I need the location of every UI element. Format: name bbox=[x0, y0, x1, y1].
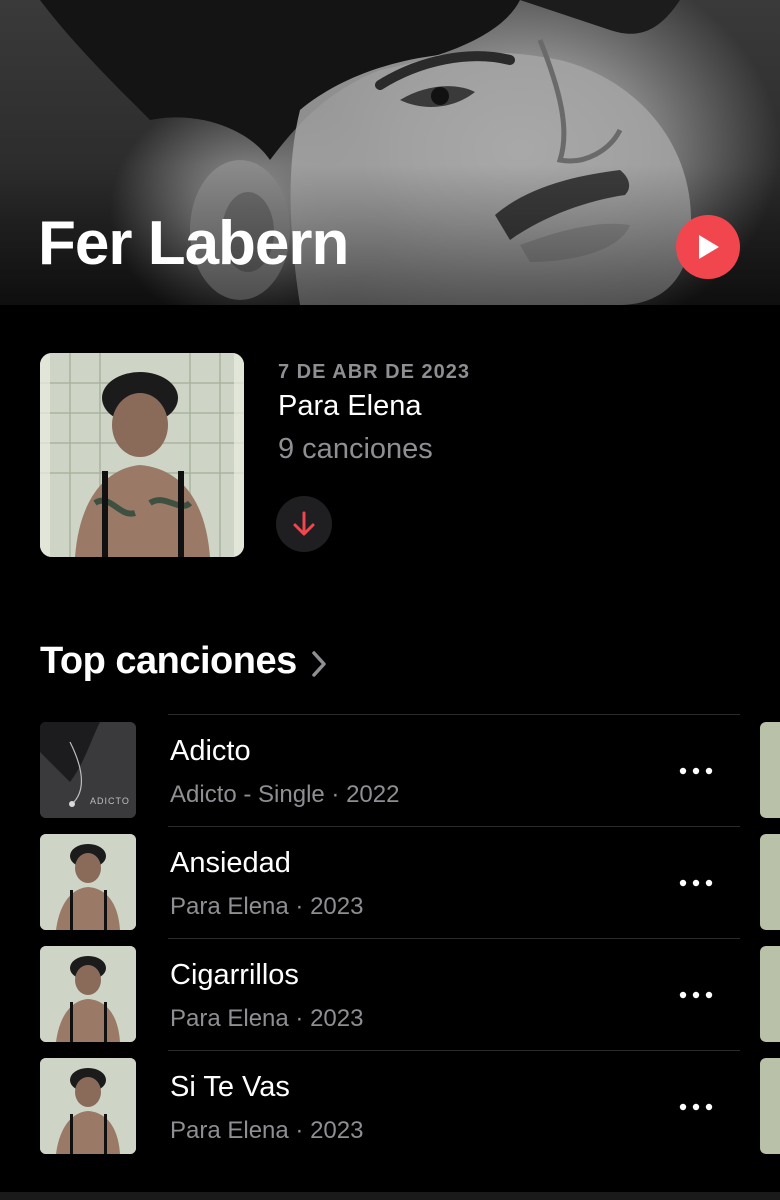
song-row[interactable]: Ansiedad Para Elena · 2023 bbox=[40, 826, 740, 939]
song-artwork bbox=[40, 834, 136, 930]
song-subtitle: Para Elena · 2023 bbox=[170, 1005, 364, 1032]
song-title: Si Te Vas bbox=[170, 1071, 290, 1103]
more-options-button[interactable] bbox=[676, 1095, 716, 1119]
more-options-button[interactable] bbox=[676, 983, 716, 1007]
release-date: 7 DE ABR DE 2023 bbox=[278, 361, 470, 383]
song-subtitle: Adicto - Single · 2022 bbox=[170, 781, 400, 808]
release-song-count: 9 canciones bbox=[278, 433, 433, 465]
song-artwork: ADICTO bbox=[40, 722, 136, 818]
play-button[interactable] bbox=[676, 215, 740, 279]
release-artwork[interactable] bbox=[40, 353, 244, 557]
row-divider bbox=[168, 714, 740, 715]
ellipsis-icon bbox=[679, 991, 713, 999]
ellipsis-icon bbox=[679, 879, 713, 887]
song-title: Ansiedad bbox=[170, 847, 291, 879]
artist-hero: Fer Labern bbox=[0, 0, 780, 305]
album-cover-image bbox=[40, 353, 244, 557]
adicto-art-text: ADICTO bbox=[90, 796, 130, 806]
song-row[interactable]: Si Te Vas Para Elena · 2023 bbox=[40, 1050, 740, 1163]
download-button[interactable] bbox=[276, 496, 332, 552]
song-artwork bbox=[40, 946, 136, 1042]
next-column-peek[interactable] bbox=[760, 946, 780, 1042]
row-divider bbox=[168, 938, 740, 939]
bottom-edge bbox=[0, 1192, 780, 1200]
song-title: Adicto bbox=[170, 735, 251, 767]
play-icon bbox=[699, 235, 719, 259]
song-row[interactable]: Cigarrillos Para Elena · 2023 bbox=[40, 938, 740, 1051]
chevron-right-icon bbox=[312, 650, 326, 677]
release-title[interactable]: Para Elena bbox=[278, 390, 422, 423]
next-column-peek[interactable] bbox=[760, 722, 780, 818]
next-column-peek[interactable] bbox=[760, 834, 780, 930]
top-songs-header[interactable]: Top canciones bbox=[40, 640, 327, 683]
top-songs-title: Top canciones bbox=[40, 640, 297, 682]
row-divider bbox=[168, 826, 740, 827]
arrow-down-icon bbox=[293, 511, 315, 536]
ellipsis-icon bbox=[679, 1103, 713, 1111]
song-title: Cigarrillos bbox=[170, 959, 299, 991]
song-subtitle: Para Elena · 2023 bbox=[170, 1117, 364, 1144]
more-options-button[interactable] bbox=[676, 759, 716, 783]
song-row[interactable]: ADICTO Adicto Adicto - Single · 2022 bbox=[40, 714, 740, 827]
row-divider bbox=[168, 1050, 740, 1051]
song-subtitle: Para Elena · 2023 bbox=[170, 893, 364, 920]
next-column-peek[interactable] bbox=[760, 1058, 780, 1154]
more-options-button[interactable] bbox=[676, 871, 716, 895]
song-artwork bbox=[40, 1058, 136, 1154]
ellipsis-icon bbox=[679, 767, 713, 775]
artist-name: Fer Labern bbox=[38, 209, 349, 278]
